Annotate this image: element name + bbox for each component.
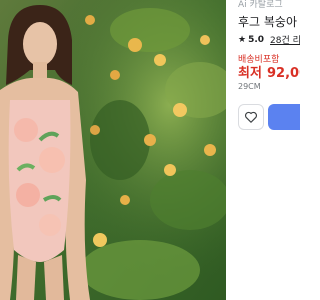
product-title[interactable]: 후그 복숭아 프 — [238, 13, 300, 30]
price-row: 최저 92,000 — [238, 62, 300, 81]
heart-icon — [245, 111, 257, 123]
rating-row: ★ 5.0 28건 리뷰 — [238, 33, 300, 47]
price-prefix: 최저 — [238, 66, 262, 81]
review-count-link[interactable]: 28건 리뷰 — [270, 33, 300, 46]
rating-score: 5.0 — [248, 34, 265, 45]
product-image[interactable] — [0, 0, 226, 300]
purchase-button[interactable] — [268, 104, 300, 130]
product-info-panel: Ai 카탈로그 후그 복숭아 프 ★ 5.0 28건 리뷰 배송비포함 최저 9… — [238, 0, 300, 300]
brand-label: 29CM — [238, 82, 261, 91]
price: 92,000 — [267, 66, 300, 81]
star-icon: ★ — [238, 34, 247, 45]
catalog-label[interactable]: Ai 카탈로그 — [238, 0, 283, 10]
wishlist-button[interactable] — [238, 104, 264, 130]
